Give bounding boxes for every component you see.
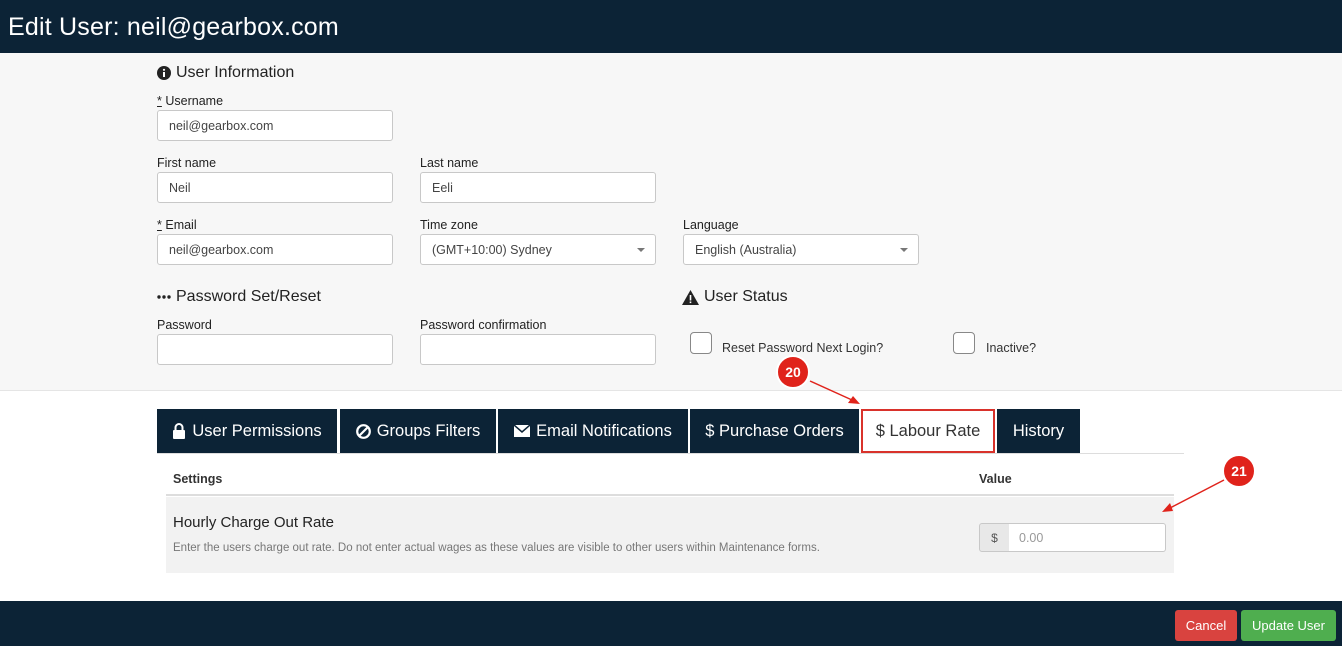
annotation-arrows <box>809 380 1225 512</box>
callout-badge: 20 <box>776 355 810 389</box>
callout-badge: 21 <box>1222 454 1256 488</box>
